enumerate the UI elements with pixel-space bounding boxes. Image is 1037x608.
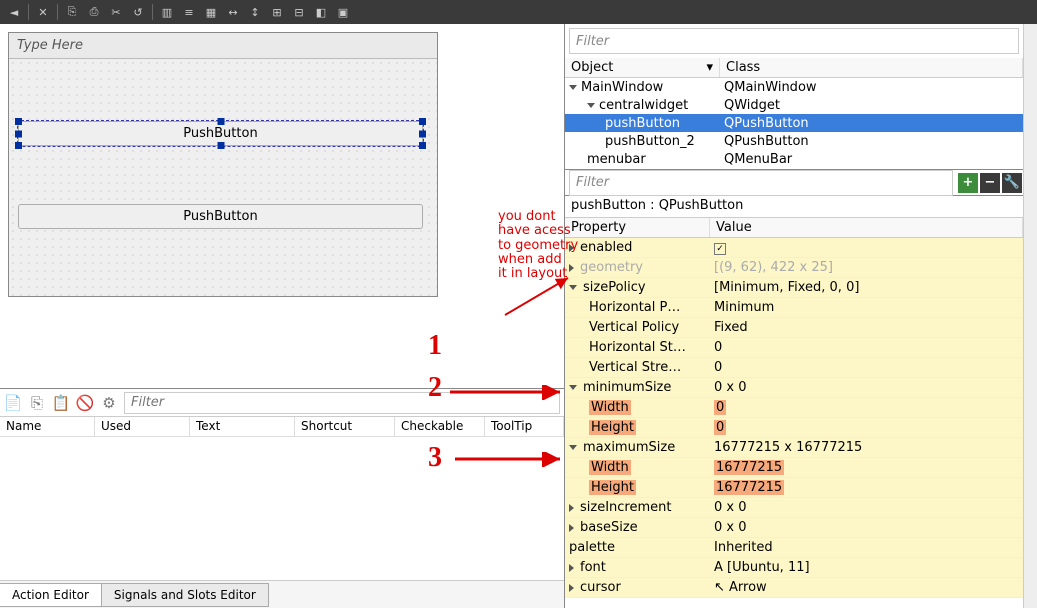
property-row[interactable]: maximumSize16777215 x 16777215 — [565, 438, 1023, 458]
breaklayout-icon[interactable]: ⊟ — [289, 2, 309, 22]
object-tree-row[interactable]: MainWindowQMainWindow — [565, 78, 1023, 96]
tab-action-editor[interactable]: Action Editor — [0, 583, 102, 607]
action-table-body[interactable] — [0, 437, 564, 580]
hlayout-icon[interactable]: ▥ — [157, 2, 177, 22]
form-window[interactable]: Type Here PushButton PushButton — [8, 32, 438, 297]
property-row[interactable]: paletteInherited — [565, 538, 1023, 558]
property-row[interactable]: geometry[(9, 62), 422 x 25] — [565, 258, 1023, 278]
paste-action-icon[interactable]: 📋 — [52, 394, 70, 412]
property-row[interactable]: fontA [Ubuntu, 11] — [565, 558, 1023, 578]
property-row[interactable]: sizePolicy[Minimum, Fixed, 0, 0] — [565, 278, 1023, 298]
close-icon[interactable]: ✕ — [33, 2, 53, 22]
right-scrollbar[interactable] — [1023, 24, 1037, 608]
object-tree-row[interactable]: menubarQMenuBar — [565, 150, 1023, 168]
property-row[interactable]: Height16777215 — [565, 478, 1023, 498]
copy-action-icon[interactable]: ⎘ — [28, 394, 46, 412]
obj-col-object[interactable]: Object ▾ — [565, 58, 720, 77]
object-tree-row[interactable]: pushButtonQPushButton — [565, 114, 1023, 132]
delete-action-icon[interactable]: 🚫 — [76, 394, 94, 412]
pushbutton-label: PushButton — [183, 209, 257, 224]
property-filter-input[interactable]: Filter — [569, 170, 953, 196]
object-tree-row[interactable]: pushButton_2QPushButton — [565, 132, 1023, 150]
obj-col-class[interactable]: Class — [720, 58, 1023, 77]
action-filter-input[interactable] — [124, 392, 560, 414]
property-object-title: pushButton : QPushButton — [565, 196, 1023, 218]
pushbutton-2[interactable]: PushButton — [18, 204, 423, 229]
form-menubar[interactable]: Type Here — [9, 33, 437, 59]
property-row[interactable]: Horizontal P…Minimum — [565, 298, 1023, 318]
prop-col-property[interactable]: Property — [565, 218, 710, 237]
main-toolbar: ◄ ✕ ⎘ ⎙ ✂ ↺ ▥ ≡ ▦ ↔ ↕ ⊞ ⊟ ◧ ▣ — [0, 0, 1037, 24]
property-editor-body[interactable]: enabled✓geometry[(9, 62), 422 x 25]sizeP… — [565, 238, 1023, 608]
vsplitter-icon[interactable]: ↕ — [245, 2, 265, 22]
new-action-icon[interactable]: 📄 — [4, 394, 22, 412]
cut-icon[interactable]: ✂ — [106, 2, 126, 22]
tab-signals-slots[interactable]: Signals and Slots Editor — [101, 583, 269, 607]
form-central-widget[interactable]: PushButton PushButton — [9, 59, 437, 296]
property-row[interactable]: Horizontal St…0 — [565, 338, 1023, 358]
formlayout-icon[interactable]: ⊞ — [267, 2, 287, 22]
vlayout-icon[interactable]: ≡ — [179, 2, 199, 22]
adjust-icon[interactable]: ◧ — [311, 2, 331, 22]
property-row[interactable]: minimumSize0 x 0 — [565, 378, 1023, 398]
hsplitter-icon[interactable]: ↔ — [223, 2, 243, 22]
property-row[interactable]: Vertical Stre…0 — [565, 358, 1023, 378]
object-tree-row[interactable]: centralwidgetQWidget — [565, 96, 1023, 114]
property-row[interactable]: Width0 — [565, 398, 1023, 418]
pushbutton-1[interactable]: PushButton — [18, 121, 423, 146]
paste-icon[interactable]: ⎙ — [84, 2, 104, 22]
preview-icon[interactable]: ▣ — [333, 2, 353, 22]
property-row[interactable]: Height0 — [565, 418, 1023, 438]
gear-icon[interactable]: ⚙ — [100, 394, 118, 412]
object-inspector-tree[interactable]: MainWindowQMainWindowcentralwidgetQWidge… — [565, 78, 1023, 170]
add-property-icon[interactable]: + — [958, 173, 978, 193]
action-table-header: Name Used Text Shortcut Checkable ToolTi… — [0, 417, 564, 437]
pushbutton-label: PushButton — [183, 126, 257, 141]
bottom-panel: 📄 ⎘ 📋 🚫 ⚙ Name Used Text Shortcut Checka… — [0, 388, 564, 608]
remove-property-icon[interactable]: − — [980, 173, 1000, 193]
form-canvas[interactable]: Type Here PushButton PushButton — [0, 24, 564, 388]
property-row[interactable]: Vertical PolicyFixed — [565, 318, 1023, 338]
prop-col-value[interactable]: Value — [710, 218, 1023, 237]
property-row[interactable]: Width16777215 — [565, 458, 1023, 478]
gridlayout-icon[interactable]: ▦ — [201, 2, 221, 22]
copy-icon[interactable]: ⎘ — [62, 2, 82, 22]
undo-icon[interactable]: ↺ — [128, 2, 148, 22]
property-row[interactable]: enabled✓ — [565, 238, 1023, 258]
property-row[interactable]: sizeIncrement0 x 0 — [565, 498, 1023, 518]
configure-property-icon[interactable]: 🔧 — [1002, 173, 1022, 193]
pointer-icon[interactable]: ◄ — [4, 2, 24, 22]
property-row[interactable]: baseSize0 x 0 — [565, 518, 1023, 538]
property-row[interactable]: cursor↖ Arrow — [565, 578, 1023, 598]
object-filter-input[interactable]: Filter — [569, 28, 1019, 54]
